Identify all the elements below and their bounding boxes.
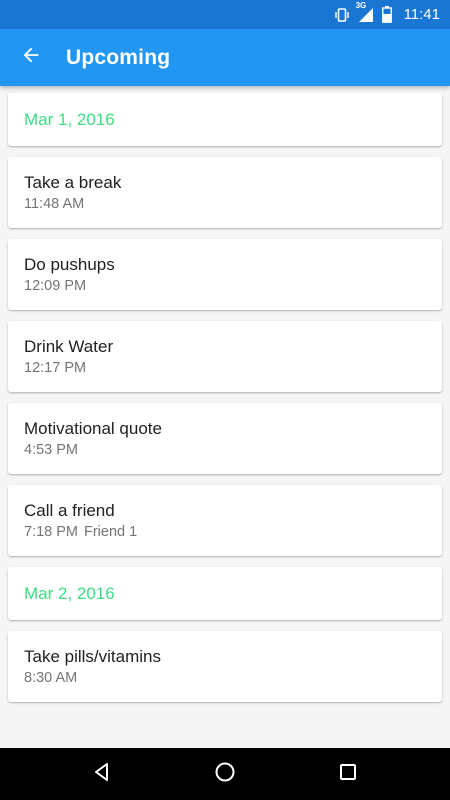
reminder-item[interactable]: Take a break 11:48 AM	[8, 157, 442, 228]
navigation-bar	[0, 748, 450, 800]
home-circle-icon	[214, 761, 236, 788]
page-title: Upcoming	[66, 45, 171, 69]
reminder-title: Motivational quote	[24, 419, 162, 438]
reminder-title: Call a friend	[24, 501, 115, 520]
back-triangle-icon	[92, 762, 112, 787]
vibrate-icon	[334, 7, 350, 23]
network-type-label: 3G	[355, 0, 367, 10]
reminder-contact: Friend 1	[84, 524, 138, 540]
reminder-item[interactable]: Motivational quote 4:53 PM	[8, 403, 442, 474]
reminder-time-value: 11:48 AM	[24, 196, 85, 212]
reminder-item[interactable]: Drink Water 12:17 PM	[8, 321, 442, 392]
upcoming-list[interactable]: Mar 1, 2016 Take a break 11:48 AM Do pus…	[0, 86, 450, 748]
nav-home-button[interactable]	[195, 748, 255, 800]
battery-icon	[381, 6, 392, 23]
clock: 11:41	[403, 6, 440, 23]
reminder-time-value: 8:30 AM	[24, 670, 78, 686]
reminder-time: 11:48 AM	[24, 196, 426, 212]
reminder-time: 12:17 PM	[24, 360, 426, 376]
reminder-title: Drink Water	[24, 337, 114, 356]
arrow-back-icon	[20, 44, 42, 71]
recents-square-icon	[339, 763, 357, 786]
reminder-time: 7:18 PM Friend 1	[24, 524, 426, 540]
date-label: Mar 1, 2016	[24, 109, 115, 129]
reminder-item[interactable]: Call a friend 7:18 PM Friend 1	[8, 485, 442, 556]
nav-back-button[interactable]	[72, 748, 132, 800]
date-header: Mar 1, 2016	[8, 93, 442, 146]
signal-icon: 3G	[356, 1, 374, 23]
app-bar: Upcoming	[0, 29, 450, 86]
reminder-time-value: 12:17 PM	[24, 360, 87, 376]
reminder-time: 8:30 AM	[24, 670, 426, 686]
reminder-title: Take pills/vitamins	[24, 647, 161, 666]
reminder-time: 4:53 PM	[24, 442, 426, 458]
reminder-item[interactable]: Take pills/vitamins 8:30 AM	[8, 631, 442, 702]
reminder-time-value: 7:18 PM	[24, 524, 78, 540]
reminder-title: Do pushups	[24, 255, 115, 274]
status-bar: 3G 11:41	[0, 0, 450, 29]
nav-recents-button[interactable]	[318, 748, 378, 800]
reminder-item[interactable]: Do pushups 12:09 PM	[8, 239, 442, 310]
reminder-title: Take a break	[24, 173, 122, 192]
date-label: Mar 2, 2016	[24, 583, 115, 603]
reminder-time-value: 12:09 PM	[24, 278, 87, 294]
date-header: Mar 2, 2016	[8, 567, 442, 620]
back-button[interactable]	[3, 30, 59, 86]
reminder-time-value: 4:53 PM	[24, 442, 78, 458]
reminder-time: 12:09 PM	[24, 278, 426, 294]
